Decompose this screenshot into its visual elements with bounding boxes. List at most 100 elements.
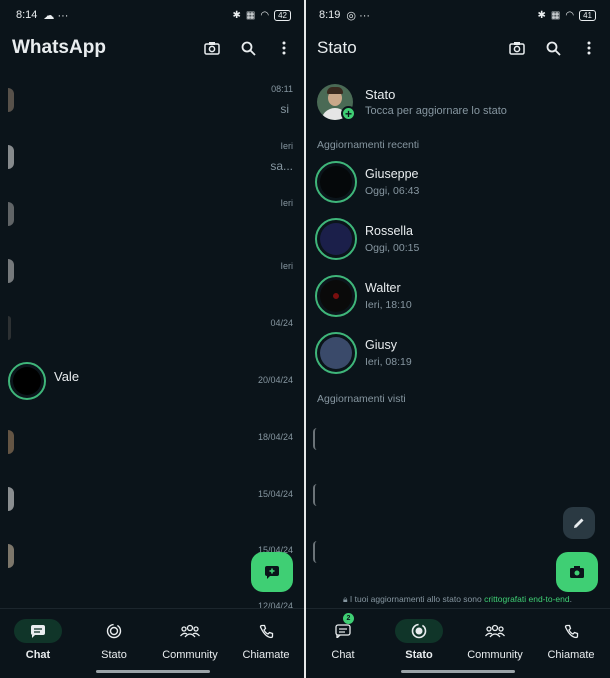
new-chat-icon	[265, 566, 279, 579]
avatar	[8, 145, 14, 169]
avatar	[8, 544, 14, 568]
seen-status-avatar[interactable]	[313, 428, 317, 450]
status-time: Ieri, 08:19	[365, 356, 412, 368]
page-title: Stato	[317, 38, 357, 57]
chat-icon: 2	[319, 613, 367, 643]
bluetooth-icon: ✱	[232, 9, 241, 21]
new-chat-button[interactable]	[251, 552, 293, 592]
search-icon[interactable]	[239, 39, 257, 57]
nav-chiamate[interactable]: Chiamate	[228, 619, 304, 661]
status-bar: 8:19 ◎ ··· ✱ ▦ ◠ 41	[305, 0, 610, 30]
avatar	[8, 430, 14, 454]
chat-time: 20/04/24	[257, 375, 293, 385]
status-item[interactable]: Rossella Oggi, 00:15	[315, 215, 600, 265]
more-options-icon[interactable]	[275, 39, 293, 57]
nav-label: Community	[162, 649, 218, 661]
nav-chat[interactable]: Chat	[0, 619, 76, 661]
chat-name: Vale	[54, 369, 80, 384]
chat-row[interactable]: Ieri	[0, 186, 305, 243]
notification-icons: ☁ ···	[43, 9, 69, 22]
status-name: Rossella	[365, 224, 413, 238]
camera-status-button[interactable]	[556, 552, 598, 592]
status-name: Giusy	[365, 338, 397, 352]
my-status-title: Stato	[365, 87, 396, 102]
chat-icon	[14, 619, 62, 643]
clock: 8:14	[16, 9, 38, 21]
chat-time: Ieri	[280, 141, 293, 151]
battery-icon: 41	[579, 9, 596, 21]
camera-icon[interactable]	[508, 39, 526, 57]
status-icon	[395, 619, 443, 643]
camera-icon	[570, 566, 584, 578]
nav-label: Chat	[25, 649, 51, 661]
community-icon	[166, 619, 214, 643]
nav-label: Stato	[405, 649, 433, 661]
chat-snippet: sa...	[270, 159, 293, 173]
status-item[interactable]: Giuseppe Oggi, 06:43	[315, 158, 600, 208]
nav-community[interactable]: Community	[152, 619, 228, 661]
chat-time: 15/04/24	[257, 489, 293, 499]
avatar	[8, 316, 11, 340]
nav-label: Stato	[101, 649, 127, 661]
nav-community[interactable]: Community	[457, 619, 533, 661]
avatar	[8, 259, 14, 283]
battery-icon: 42	[274, 9, 291, 21]
avatar	[8, 362, 46, 400]
nav-chiamate[interactable]: Chiamate	[533, 619, 609, 661]
chat-list: 08:11 si Ieri sa... Ieri Ieri 04/24 Vale…	[0, 72, 305, 611]
text-status-button[interactable]	[563, 507, 595, 539]
chat-row-vale[interactable]: Vale 20/04/24	[0, 357, 305, 414]
nav-chat[interactable]: 2 Chat	[305, 613, 381, 661]
chat-row[interactable]: 18/04/24	[0, 414, 305, 471]
chat-row[interactable]: Ieri sa...	[0, 129, 305, 186]
status-icon	[90, 619, 138, 643]
camera-icon[interactable]	[203, 39, 221, 57]
chat-time: 08:11	[271, 84, 293, 94]
phone-icon	[242, 619, 290, 643]
my-status-subtitle: Tocca per aggiornare lo stato	[365, 105, 507, 117]
wifi-icon: ◠	[260, 9, 270, 21]
chat-time: 18/04/24	[257, 432, 293, 442]
status-screen: 8:19 ◎ ··· ✱ ▦ ◠ 41 Stato + Stato Tocca …	[305, 0, 610, 678]
home-indicator	[95, 670, 210, 673]
status-name: Walter	[365, 281, 401, 295]
chat-snippet: si	[280, 102, 289, 116]
bottom-navigation: Chat Stato Community Chiamate	[0, 608, 305, 678]
nav-stato[interactable]: Stato	[76, 619, 152, 661]
phone-icon	[547, 619, 595, 643]
chat-row[interactable]: 04/24	[0, 300, 305, 357]
chat-row[interactable]: 08:11 si	[0, 72, 305, 129]
status-item[interactable]: Giusy Ieri, 08:19	[315, 329, 600, 379]
nav-label: Chiamate	[547, 649, 595, 661]
status-item[interactable]: Walter Ieri, 18:10	[315, 272, 600, 322]
nav-label: Chat	[331, 649, 355, 661]
nav-stato[interactable]: Stato	[381, 619, 457, 661]
more-options-icon[interactable]	[580, 39, 598, 57]
search-icon[interactable]	[544, 39, 562, 57]
clock: 8:19	[319, 9, 341, 21]
seen-updates-header: Aggiornamenti visti	[317, 393, 406, 405]
avatar	[315, 218, 357, 260]
unread-badge: 2	[343, 613, 354, 624]
avatar	[315, 161, 357, 203]
status-time: Oggi, 06:43	[365, 185, 420, 197]
encryption-link[interactable]: crittografati end-to-end	[484, 594, 570, 604]
nav-label: Community	[467, 649, 523, 661]
status-time: Ieri, 18:10	[365, 299, 412, 311]
chat-row[interactable]: 15/04/24	[0, 471, 305, 528]
lock-icon: 🔒︎	[342, 594, 348, 604]
chat-time: Ieri	[280, 198, 293, 208]
home-indicator	[400, 670, 515, 673]
chat-row[interactable]: Ieri	[0, 243, 305, 300]
chats-screen: 8:14 ☁ ··· ✱ ▦ ◠ 42 WhatsApp 08:11 si Ie…	[0, 0, 305, 678]
my-status-row[interactable]: + Stato Tocca per aggiornare lo stato	[317, 80, 598, 124]
status-name: Giuseppe	[365, 167, 419, 181]
add-status-icon: +	[341, 106, 356, 121]
seen-status-avatar[interactable]	[313, 484, 317, 506]
avatar	[8, 487, 14, 511]
status-bar: 8:14 ☁ ··· ✱ ▦ ◠ 42	[0, 0, 305, 30]
app-title: WhatsApp	[12, 37, 106, 58]
avatar	[8, 88, 14, 112]
seen-status-avatar[interactable]	[313, 541, 317, 563]
community-icon	[471, 619, 519, 643]
